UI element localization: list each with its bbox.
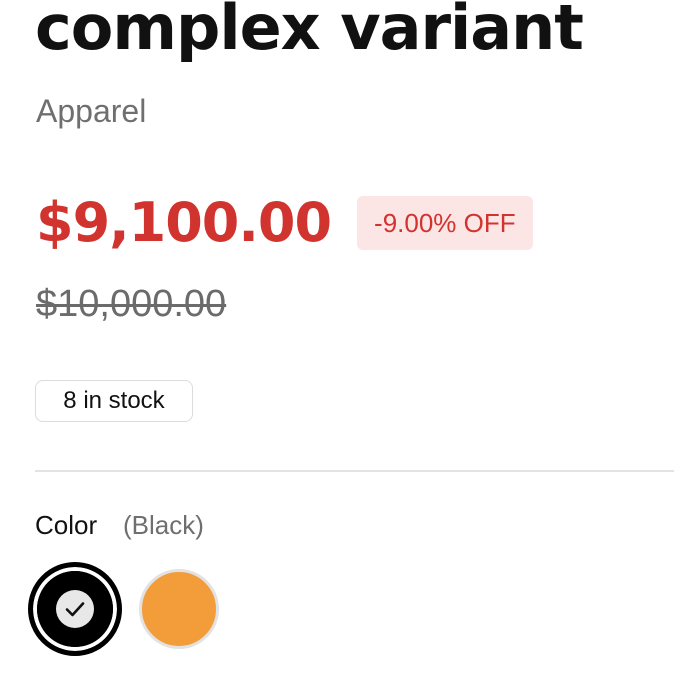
discount-badge: -9.00% OFF (357, 196, 533, 250)
original-price: $10,000.00 (36, 283, 227, 325)
product-category: Apparel (36, 93, 147, 129)
sale-price: $9,100.00 (36, 191, 332, 254)
color-swatch-orange[interactable] (139, 569, 219, 649)
selected-color-text: (Black) (123, 510, 204, 540)
stock-badge: 8 in stock (35, 380, 193, 422)
checkmark-icon (56, 590, 94, 628)
color-label: Color (35, 510, 98, 540)
color-swatch-black[interactable] (28, 562, 122, 656)
price-row: $9,100.00 -9.00% OFF (36, 190, 533, 256)
product-title: complex variant (35, 0, 584, 64)
divider (35, 470, 674, 472)
